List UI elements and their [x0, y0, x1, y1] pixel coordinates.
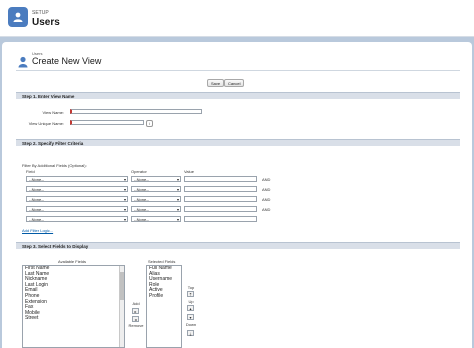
and-label: AND [262, 197, 271, 202]
chevron-down-icon: ▾ [123, 187, 126, 192]
step1-header: Step 1. Enter View Name [16, 92, 460, 99]
step3-header: Step 3. Select Fields to Display [16, 242, 460, 249]
add-arrow-button[interactable]: ▸ [132, 308, 139, 314]
filter-value-input[interactable] [184, 196, 257, 202]
filter-field-select[interactable]: --None-- ▾ [26, 196, 128, 202]
field-column-header: Field [26, 169, 35, 174]
add-label: Add [132, 301, 140, 306]
filter-operator-select[interactable]: --None-- ▾ [131, 206, 181, 212]
list-item[interactable]: Street [23, 316, 124, 322]
filter-subtitle: Filter By Additional Fields (Optional): [22, 163, 87, 168]
chevron-down-icon: ▾ [176, 177, 179, 182]
help-icon[interactable]: i [146, 120, 153, 127]
filter-field-select[interactable]: --None-- ▾ [26, 206, 128, 212]
page-title: Create New View [32, 56, 102, 66]
step2-header: Step 2. Specify Filter Criteria [16, 139, 460, 146]
and-label: AND [262, 207, 271, 212]
filter-operator-select[interactable]: --None-- ▾ [131, 186, 181, 192]
chevron-down-icon: ▾ [123, 207, 126, 212]
user-icon [18, 55, 28, 68]
filter-operator-select[interactable]: --None-- ▾ [131, 176, 181, 182]
remove-arrow-button[interactable]: ◂ [132, 316, 139, 322]
operator-column-header: Operator [131, 169, 147, 174]
and-label: AND [262, 177, 271, 182]
chevron-down-icon: ▾ [176, 197, 179, 202]
top-label: Top [187, 285, 195, 290]
scrollbar[interactable] [119, 266, 124, 347]
chevron-down-icon: ▾ [123, 177, 126, 182]
up-label: Up [188, 299, 194, 304]
view-unique-name-label: View Unique Name: [28, 121, 64, 126]
setup-label: SETUP [32, 10, 49, 16]
view-name-label: View Name: [42, 110, 65, 115]
add-filter-logic-link[interactable]: Add Filter Logic... [22, 228, 53, 233]
save-button[interactable]: Save [207, 79, 225, 87]
available-fields-list[interactable]: First Name Last Name Nickname Last Login… [22, 265, 125, 348]
filter-field-select[interactable]: --None-- ▾ [26, 186, 128, 192]
title-divider [16, 70, 460, 71]
chevron-down-icon: ▾ [176, 187, 179, 192]
chevron-down-icon: ▾ [123, 217, 126, 222]
filter-value-input[interactable] [184, 186, 257, 192]
filter-value-input[interactable] [184, 176, 257, 182]
filter-field-select[interactable]: --None-- ▾ [26, 176, 128, 182]
setup-header [0, 0, 474, 37]
available-fields-label: Available Fields [58, 259, 86, 264]
chevron-down-icon: ▾ [176, 217, 179, 222]
filter-value-input[interactable] [184, 206, 257, 212]
cancel-button[interactable]: Cancel [224, 79, 245, 87]
chevron-down-icon: ▾ [123, 197, 126, 202]
value-column-header: Value [184, 169, 194, 174]
view-unique-name-input[interactable] [70, 120, 144, 125]
down-label: Down [185, 322, 197, 327]
filter-operator-select[interactable]: --None-- ▾ [131, 216, 181, 222]
remove-label: Remove [128, 323, 144, 328]
setup-users-icon [8, 7, 28, 27]
filter-field-select[interactable]: --None-- ▾ [26, 216, 128, 222]
selected-fields-label: Selected Fields [148, 259, 176, 264]
move-up-button[interactable]: ▴ [187, 305, 194, 311]
and-label: AND [262, 187, 271, 192]
setup-title: Users [32, 17, 60, 28]
selected-fields-list[interactable]: Full Name Alias Username Role Active Pro… [146, 265, 182, 348]
chevron-down-icon: ▾ [176, 207, 179, 212]
move-down-button[interactable]: ▾ [187, 314, 194, 320]
view-name-input[interactable] [70, 109, 202, 114]
list-item[interactable]: Profile [147, 293, 181, 300]
move-top-button[interactable]: ⤒ [187, 291, 194, 297]
scrollbar-thumb[interactable] [120, 272, 124, 300]
filter-value-input[interactable] [184, 216, 257, 222]
filter-operator-select[interactable]: --None-- ▾ [131, 196, 181, 202]
move-bottom-button[interactable]: ⤓ [187, 330, 194, 336]
